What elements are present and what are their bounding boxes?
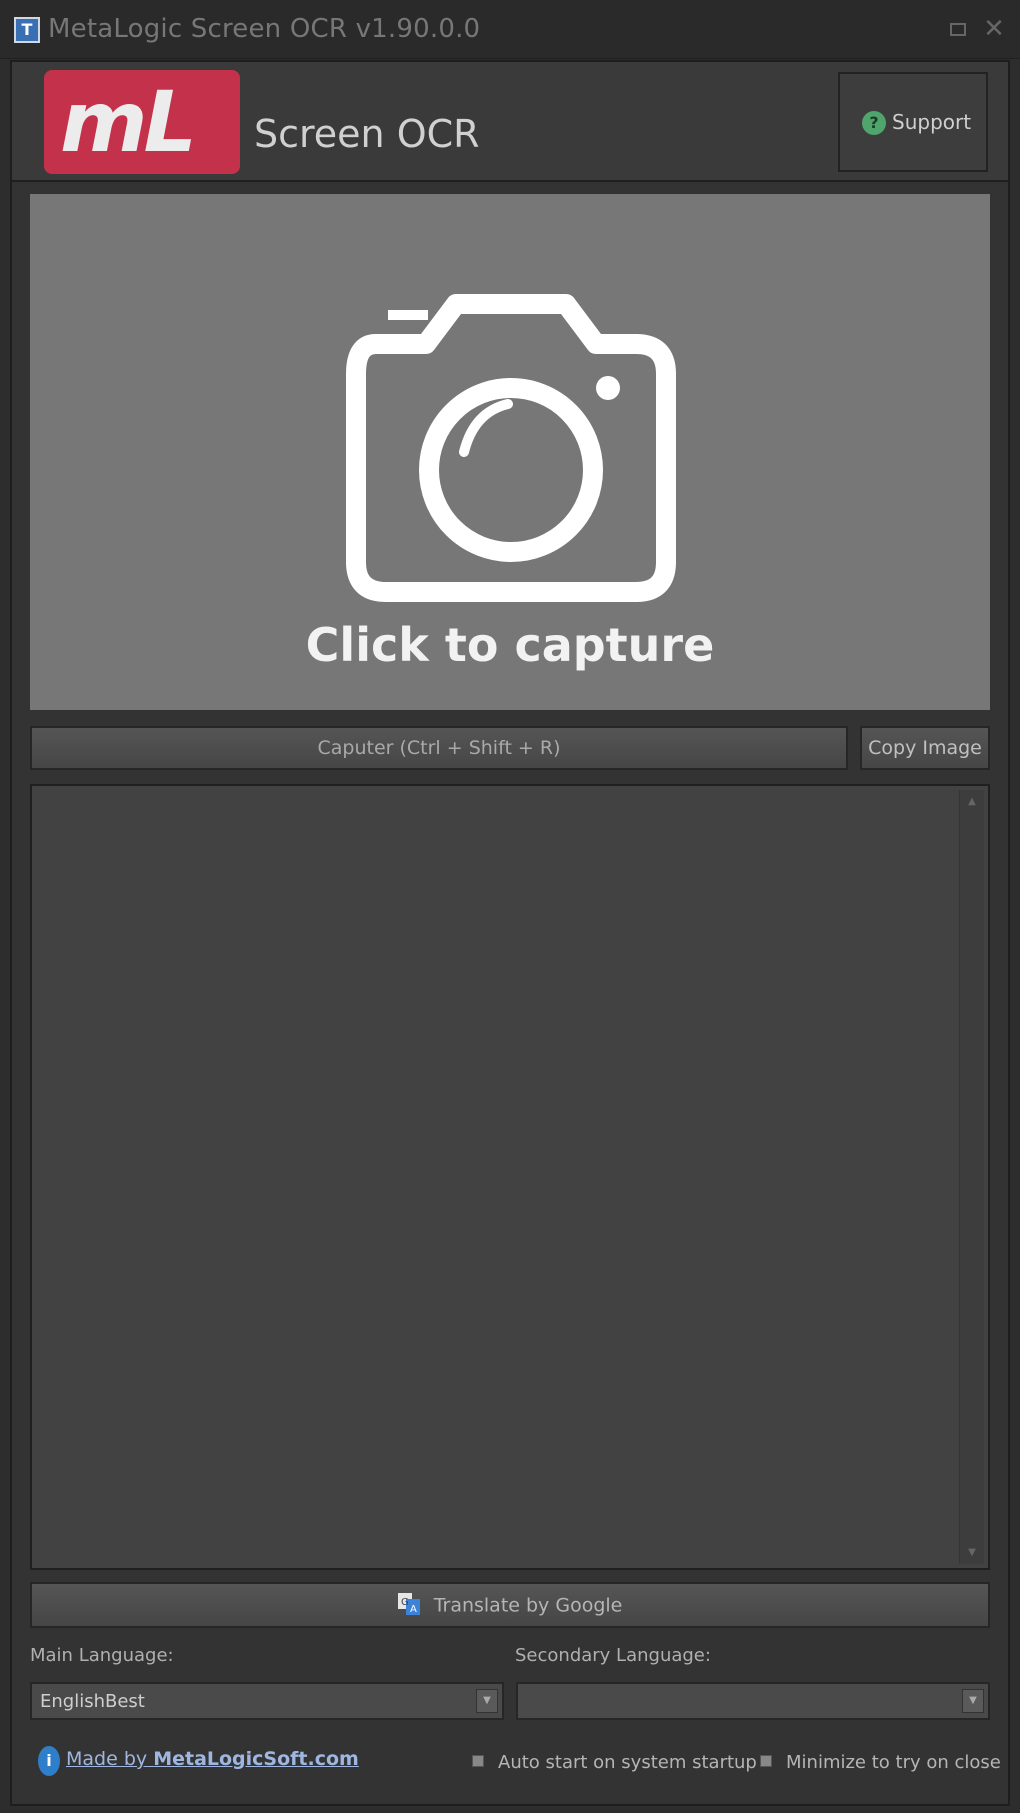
auto-start-option[interactable]: Auto start on system startup	[472, 1752, 757, 1773]
capture-button[interactable]: Caputer (Ctrl + Shift + R)	[30, 726, 848, 770]
translate-label: Translate by Google	[433, 1594, 623, 1617]
main-language-value: EnglishBest	[40, 1691, 145, 1712]
close-icon: ✕	[983, 14, 1005, 44]
made-by-site: MetaLogicSoft.com	[153, 1748, 359, 1770]
info-icon: i	[38, 1746, 60, 1776]
minimize-checkbox[interactable]	[760, 1755, 772, 1767]
secondary-language-select[interactable]: ▼	[516, 1682, 990, 1720]
svg-text:G: G	[401, 1597, 409, 1608]
made-by-link[interactable]: Made by MetaLogicSoft.com	[66, 1748, 359, 1770]
capture-label: Click to capture	[305, 618, 715, 672]
svg-text:A: A	[410, 1604, 417, 1615]
title-bar[interactable]: T MetaLogic Screen OCR v1.90.0.0 ✕	[0, 0, 1020, 59]
app-window: T MetaLogic Screen OCR v1.90.0.0 ✕ mL Sc…	[0, 0, 1020, 1813]
close-button[interactable]: ✕	[980, 15, 1008, 43]
app-icon: T	[14, 17, 40, 43]
auto-start-label: Auto start on system startup	[498, 1752, 757, 1773]
ocr-output-textarea[interactable]: ▲ ▼	[30, 784, 990, 1570]
app-name: Screen OCR	[254, 112, 480, 156]
window-title: MetaLogic Screen OCR v1.90.0.0	[48, 14, 481, 44]
chevron-down-icon[interactable]: ▼	[476, 1689, 498, 1713]
main-language-select[interactable]: EnglishBest ▼	[30, 1682, 504, 1720]
vertical-scrollbar[interactable]: ▲ ▼	[959, 790, 984, 1564]
restore-icon	[950, 23, 966, 36]
google-translate-icon: G A	[397, 1592, 420, 1615]
scroll-up-icon[interactable]: ▲	[960, 796, 984, 807]
support-label: Support	[892, 110, 972, 134]
chevron-down-icon[interactable]: ▼	[962, 1689, 984, 1713]
header: mL Screen OCR ? Support	[12, 62, 1008, 182]
help-icon: ?	[862, 111, 886, 135]
scroll-down-icon[interactable]: ▼	[960, 1547, 984, 1558]
camera-icon	[346, 294, 676, 602]
logo: mL	[44, 70, 240, 174]
restore-button[interactable]	[944, 15, 972, 43]
copy-image-button[interactable]: Copy Image	[860, 726, 990, 770]
secondary-language-label: Secondary Language:	[515, 1645, 711, 1666]
support-button[interactable]: ? Support	[838, 72, 988, 172]
main-language-label: Main Language:	[30, 1645, 174, 1666]
minimize-option[interactable]: Minimize to try on close	[760, 1752, 1001, 1773]
capture-area[interactable]: Click to capture	[30, 194, 990, 710]
auto-start-checkbox[interactable]	[472, 1755, 484, 1767]
translate-button[interactable]: G A Translate by Google	[30, 1582, 990, 1628]
minimize-label: Minimize to try on close	[786, 1752, 1001, 1773]
logo-text: mL	[60, 73, 197, 171]
made-by-prefix: Made by	[66, 1748, 148, 1770]
